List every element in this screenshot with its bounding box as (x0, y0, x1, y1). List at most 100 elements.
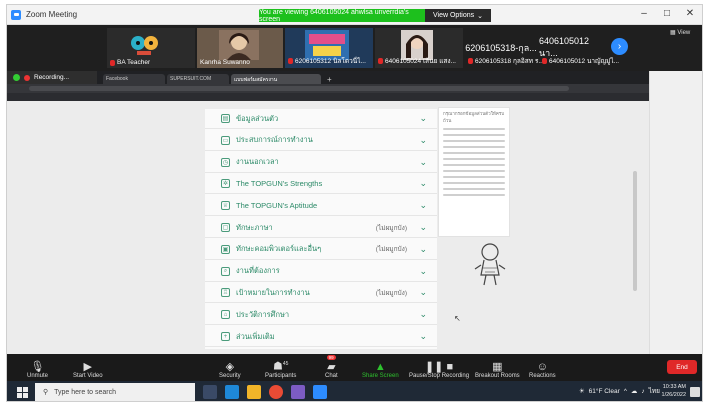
section-label: The TOPGUN's Aptitude (236, 201, 318, 211)
participant-tile[interactable]: BA Teacher (107, 28, 195, 68)
form-section-row[interactable]: ▤ ข้อมูลส่วนตัว ⌄ (205, 109, 437, 129)
participant-tile[interactable]: 6406105024 เส้นย แสง... (375, 28, 463, 68)
video-feed-icon (219, 30, 259, 60)
form-section-row[interactable]: ♖ เป้าหมายในการทำงาน (ไม่ผมูกบัง) ⌄ (205, 283, 437, 304)
chevron-down-icon[interactable]: ⌄ (419, 287, 427, 298)
volume-icon[interactable]: ♪ (641, 388, 644, 395)
teams-icon[interactable] (291, 385, 305, 399)
participant-name: 6206105318 กุลอิสท ร... (468, 56, 544, 66)
chevron-down-icon[interactable]: ⌄ (419, 266, 427, 277)
browser-tab[interactable]: SUPERSUIT.COM (167, 74, 229, 84)
participant-name: Kanrha Suwanno (200, 59, 250, 66)
url-field[interactable] (29, 86, 569, 91)
taskbar-clock[interactable]: 10:33 AM 1/26/2022 (662, 383, 686, 399)
form-section-row[interactable]: ▢ ทักษะภาษา (ไม่ผมูกบัง) ⌄ (205, 218, 437, 238)
minimize-button[interactable]: – (637, 8, 651, 19)
participant-name: 6206105312 นิลโดวนี่ไ... (288, 56, 366, 66)
video-off-icon: ▶ (83, 361, 93, 373)
form-section-row[interactable]: ◷ งานนอกเวลา ⌄ (205, 153, 437, 173)
chevron-down-icon[interactable]: ⌄ (419, 135, 427, 146)
participant-tile[interactable]: Kanrha Suwanno (197, 28, 283, 68)
view-options-label: View Options (433, 12, 475, 19)
security-button[interactable]: ◈ Security (219, 356, 241, 379)
form-section-row[interactable]: ⌂ ประวัติการศึกษา ⌄ (205, 305, 437, 326)
pause-stop-icon: ❚❚ ■ (424, 361, 454, 373)
browser-tab[interactable]: Facebook (103, 74, 165, 84)
participant-name: 6406105024 เส้นย แสง... (378, 56, 456, 66)
weather-icon: ☀ (578, 388, 585, 395)
network-icon[interactable]: ☁ (631, 387, 638, 395)
section-label: ข้อมูลส่วนตัว (236, 113, 279, 123)
chat-badge: 99 (326, 355, 336, 360)
mic-off-icon: 🎙 (30, 361, 45, 373)
new-tab-button[interactable]: + (323, 75, 336, 84)
view-options-button[interactable]: View Options ⌄ (425, 9, 491, 22)
chevron-up-icon[interactable]: ^ (624, 388, 627, 395)
start-video-button[interactable]: ▶ Start Video (73, 356, 103, 379)
form-section-row[interactable]: ⌕ งานที่ต้องการ ⌄ (205, 262, 437, 282)
chevron-down-icon[interactable]: ⌄ (419, 244, 427, 255)
breakout-rooms-button[interactable]: ▦ Breakout Rooms (475, 356, 520, 379)
section-label: ส่วนเพิ่มเติม (236, 331, 275, 341)
zoom-app-icon[interactable] (313, 385, 327, 399)
zoom-logo-icon (11, 9, 21, 20)
participant-tile[interactable]: 6406105012 นา... 6406105012 นาญัญมู่ไ... (539, 28, 619, 68)
monitor-icon: ▣ (221, 244, 230, 254)
file-explorer-icon[interactable] (247, 385, 261, 399)
system-tray: ☀ 61°F Clear ^ ☁ ♪ ไทย (579, 386, 660, 396)
section-label: ทักษะคอมพิวเตอร์และอื่นๆ (236, 244, 322, 254)
chevron-down-icon[interactable]: ⌄ (419, 113, 427, 124)
zoom-side-panel (649, 71, 702, 354)
task-view-icon[interactable] (203, 385, 217, 399)
shield-icon: ◈ (225, 361, 235, 373)
participant-name: BA Teacher (110, 59, 150, 66)
zoom-title-bar: Zoom Meeting You are viewing 6406105024 … (7, 5, 702, 25)
chevron-down-icon[interactable]: ⌄ (419, 309, 427, 320)
form-section-row[interactable]: ▭ ประสบการณ์การทำงาน ⌄ (205, 131, 437, 151)
cartoon-avatar-icon (131, 36, 158, 55)
optional-tag: (ไม่ผมูกบัง) (375, 224, 407, 232)
chevron-down-icon[interactable]: ⌄ (419, 222, 427, 233)
form-section-row[interactable]: ✲ The TOPGUN's Strengths ⌄ (205, 174, 437, 195)
mouse-cursor-icon: ↖ (454, 314, 461, 323)
edge-icon[interactable] (225, 385, 239, 399)
reactions-button[interactable]: ☺ Reactions (529, 356, 556, 379)
shield-icon (13, 74, 20, 81)
chevron-down-icon[interactable]: ⌄ (419, 200, 427, 211)
participant-tile[interactable]: 6206105312 นิลโดวนี่ไ... (285, 28, 373, 68)
browser-tab-active[interactable]: แบบฟอร์มสมัครงาน (231, 74, 321, 84)
maximize-button[interactable]: □ (660, 8, 674, 19)
end-meeting-button[interactable]: End (667, 360, 697, 374)
participant-tile[interactable]: 6206105318-กุล... 6206105318 กุลอิสท ร..… (465, 28, 544, 68)
chevron-down-icon[interactable]: ⌄ (419, 178, 427, 189)
mic-muted-icon (468, 58, 473, 64)
unmute-button[interactable]: 🎙 Unmute (27, 356, 48, 379)
participants-button[interactable]: ☗45 Participants (265, 356, 296, 379)
pause-recording-button[interactable]: ❚❚ ■ Pause/Stop Recording (409, 356, 469, 379)
view-toggle-button[interactable]: ▦ View (670, 29, 690, 36)
chrome-icon[interactable] (269, 385, 283, 399)
notification-icon[interactable] (690, 387, 700, 397)
chat-icon: ▢ (221, 223, 230, 232)
search-icon: ⚲ (43, 389, 49, 396)
form-section-row[interactable]: ▣ ทักษะคอมพิวเตอร์และอื่นๆ (ไม่ผมูกบัง) ⌄ (205, 240, 437, 260)
optional-tag: (ไม่ผมูกบัง) (375, 289, 407, 297)
next-page-button[interactable]: › (611, 38, 628, 55)
mic-muted-icon (542, 58, 547, 64)
cap-icon: ⌂ (221, 310, 230, 320)
chat-button[interactable]: ▰ 99 Chat (325, 355, 338, 379)
gear-icon: ✲ (221, 179, 230, 189)
taskbar-search-box[interactable]: ⚲ Type here to search (35, 383, 195, 401)
smile-icon: ☺ (536, 361, 548, 373)
windows-start-icon[interactable] (13, 383, 31, 401)
chevron-down-icon[interactable]: ⌄ (419, 331, 427, 342)
form-section-row[interactable]: ♕ The TOPGUN's Aptitude ⌄ (205, 196, 437, 217)
language-indicator[interactable]: ไทย (649, 386, 660, 396)
close-button[interactable]: ✕ (683, 8, 697, 19)
chevron-down-icon[interactable]: ⌄ (419, 157, 427, 168)
weather-text[interactable]: 61°F Clear (589, 388, 620, 395)
share-screen-button[interactable]: ▲ Share Screen (362, 356, 399, 379)
form-section-row[interactable]: + ส่วนเพิ่มเติม ⌄ (205, 327, 437, 347)
page-scrollbar[interactable] (633, 171, 637, 291)
window-title: Zoom Meeting (26, 10, 78, 19)
